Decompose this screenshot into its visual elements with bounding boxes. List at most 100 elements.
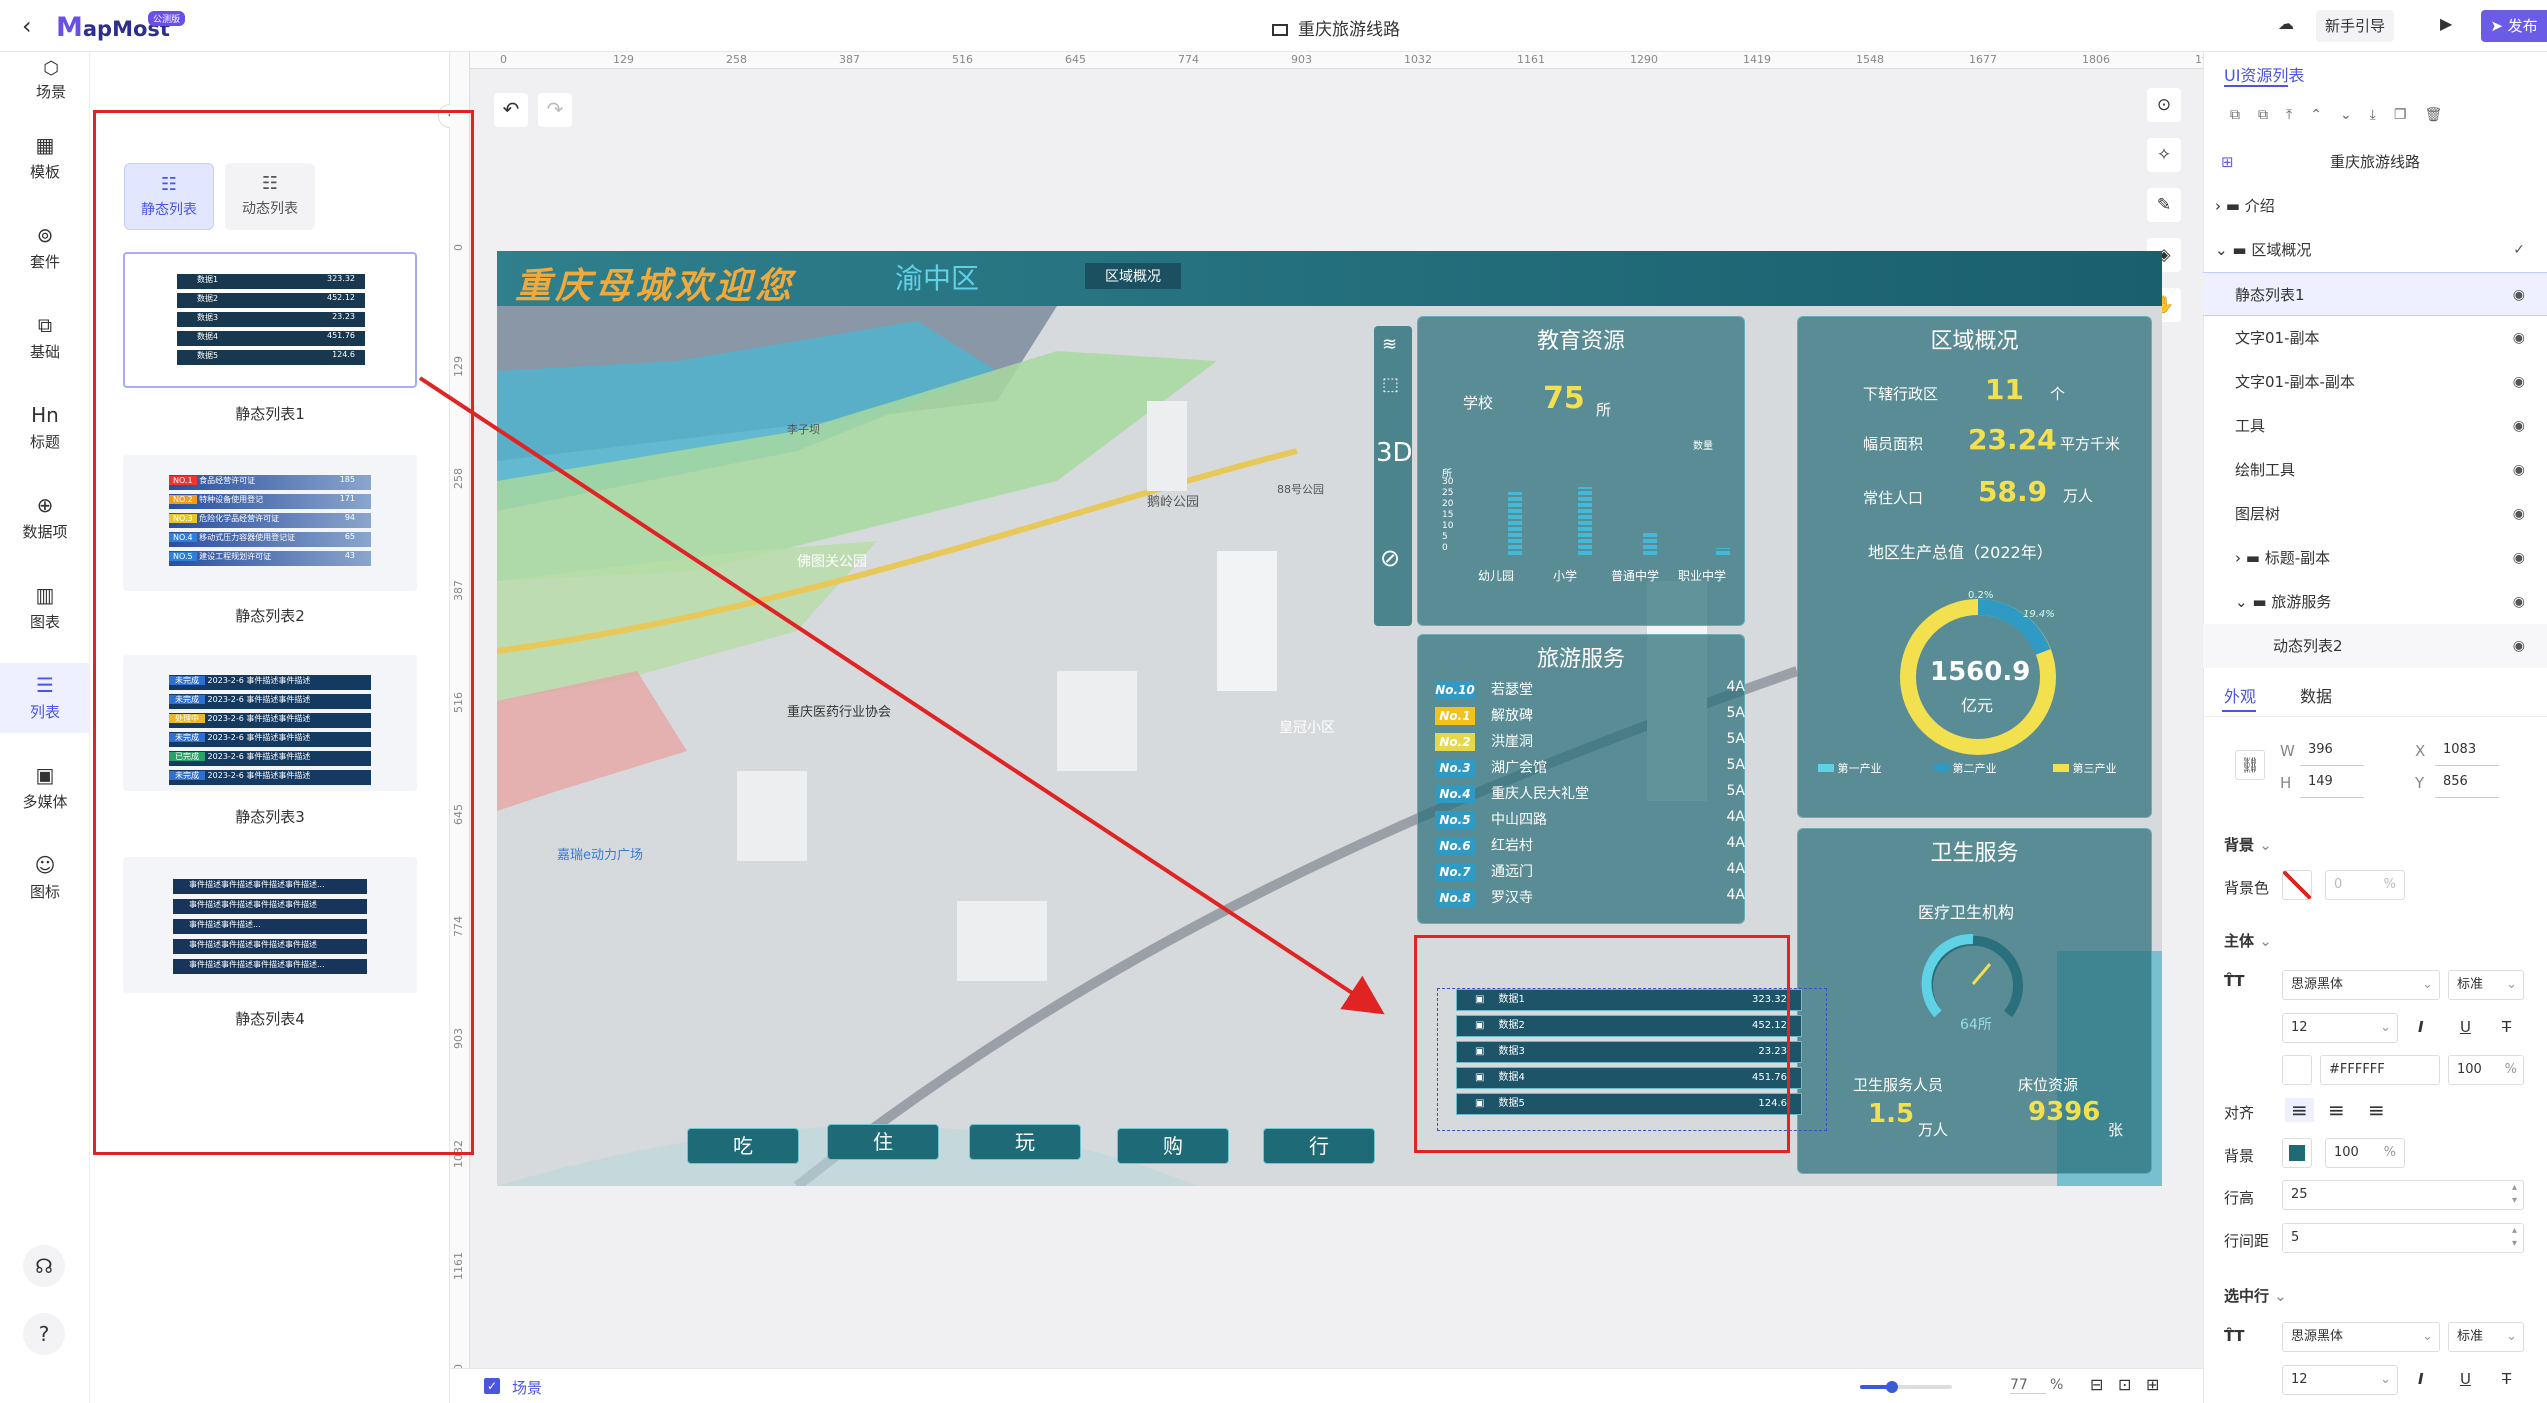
text-color-input[interactable]: #FFFFFF	[2320, 1055, 2440, 1085]
move-bottom-icon[interactable]: ⤓	[2370, 107, 2394, 123]
tab-data[interactable]: 数据	[2300, 683, 2332, 707]
copy-icon[interactable]: ⧉	[2230, 107, 2258, 123]
stay-button[interactable]: 住	[827, 1124, 939, 1160]
bg-opacity-input[interactable]: 0%	[2325, 870, 2405, 900]
zoom-slider-thumb[interactable]	[1886, 1381, 1898, 1393]
eye-icon[interactable]: ◉	[2513, 448, 2525, 492]
rail-heading[interactable]: Hn 标题	[0, 403, 90, 452]
underline-icon[interactable]: U	[2460, 1018, 2471, 1036]
selected-weight-select[interactable]: 标准 ⌄	[2448, 1322, 2524, 1352]
move-top-icon[interactable]: ⤒	[2286, 107, 2310, 123]
rail-icons[interactable]: ☺ 图标	[0, 853, 90, 902]
rail-kits[interactable]: ⊚ 套件	[0, 223, 90, 272]
tourism-row[interactable]: No.1 解放碑 5A	[1435, 705, 1755, 729]
rail-chart[interactable]: ▥ 图表	[0, 583, 90, 632]
font-weight-select[interactable]: 标准 ⌄	[2448, 970, 2524, 1000]
cloud-sync-icon[interactable]: ☁	[2278, 14, 2294, 33]
eye-icon[interactable]: ◉	[2513, 624, 2525, 668]
play-button[interactable]: 玩	[969, 1124, 1081, 1160]
tourism-row[interactable]: No.10 若瑟堂 4A	[1435, 679, 1755, 703]
eye-icon[interactable]: ◉	[2513, 580, 2525, 624]
align-center-icon[interactable]: ≡	[2328, 1098, 2345, 1122]
tourism-row[interactable]: No.3 湖广会馆 5A	[1435, 757, 1755, 781]
eye-icon[interactable]: ◉	[2513, 273, 2525, 317]
row-gap-input[interactable]: 5 ▴ ▾	[2282, 1223, 2524, 1253]
guide-button[interactable]: 新手引导	[2316, 10, 2394, 42]
rail-basic[interactable]: ⧉ 基础	[0, 313, 90, 362]
tourism-row[interactable]: No.8 罗汉寺 4A	[1435, 887, 1755, 911]
section-selected-row[interactable]: 选中行 ⌄	[2224, 1285, 2287, 1306]
tab-appearance[interactable]: 外观	[2224, 683, 2256, 707]
tree-item[interactable]: 文字01-副本-副本 ◉	[2203, 360, 2547, 404]
locate-icon[interactable]: ⊙	[2147, 88, 2181, 122]
layers-icon[interactable]: ≋	[1382, 334, 1397, 355]
overview-tab[interactable]: 区域概况	[1085, 263, 1181, 289]
undo-icon[interactable]: ↶	[494, 93, 528, 127]
zoom-value[interactable]: 77	[2010, 1377, 2046, 1394]
ruler-tool-icon[interactable]: ✎	[2147, 188, 2181, 222]
tourism-row[interactable]: No.7 通远门 4A	[1435, 861, 1755, 885]
move-up-icon[interactable]: ⌃	[2310, 107, 2340, 123]
text-color-swatch[interactable]	[2282, 1055, 2312, 1085]
line-height-input[interactable]: 25 ▴ ▾	[2282, 1180, 2524, 1210]
selected-size-select[interactable]: 12 ⌄	[2282, 1365, 2398, 1395]
eye-icon[interactable]: ◉	[2513, 492, 2525, 536]
eye-icon[interactable]: ◉	[2513, 360, 2525, 404]
eat-button[interactable]: 吃	[687, 1128, 799, 1164]
x-input[interactable]: 1083	[2435, 736, 2499, 766]
rail-templates[interactable]: ▦ 模板	[0, 133, 90, 182]
actual-size-icon[interactable]: ⊞	[2146, 1375, 2159, 1394]
font-family-select[interactable]: 思源黑体 ⌄	[2282, 970, 2440, 1000]
eye-icon[interactable]: ◉	[2513, 536, 2525, 580]
row-bg-swatch[interactable]	[2282, 1138, 2312, 1168]
scene-checkbox[interactable]: ✓	[484, 1378, 500, 1394]
draw-polygon-icon[interactable]: ⬚	[1382, 374, 1399, 395]
preview-icon[interactable]: ▶	[2440, 14, 2452, 33]
stepper-icon[interactable]: ▴ ▾	[2512, 1224, 2517, 1250]
tree-item-selected[interactable]: 静态列表1 ◉	[2203, 272, 2547, 316]
redo-icon[interactable]: ↷	[538, 93, 572, 127]
rail-data-item[interactable]: ⊕ 数据项	[0, 493, 90, 542]
italic-icon[interactable]: I	[2418, 1018, 2424, 1036]
support-icon[interactable]: ☊	[23, 1245, 65, 1287]
tree-item[interactable]: › ▬ 介绍	[2203, 184, 2547, 228]
tree-item[interactable]: ⌄ ▬ 区域概况 ✓	[2203, 228, 2547, 272]
strikethrough-icon[interactable]: T	[2502, 1018, 2511, 1036]
tourism-row[interactable]: No.6 红岩村 4A	[1435, 835, 1755, 859]
tab-scene[interactable]: ⬡ 场景	[21, 58, 81, 102]
3d-toggle[interactable]: 3D	[1376, 438, 1413, 468]
help-icon[interactable]: ?	[23, 1313, 65, 1355]
tourism-row[interactable]: No.4 重庆人民大礼堂 5A	[1435, 783, 1755, 807]
selected-font-select[interactable]: 思源黑体 ⌄	[2282, 1322, 2440, 1352]
tree-item[interactable]: 工具 ◉	[2203, 404, 2547, 448]
fit-width-icon[interactable]: ⊟	[2090, 1375, 2103, 1394]
font-size-select[interactable]: 12 ⌄	[2282, 1013, 2398, 1043]
text-opacity-input[interactable]: 100%	[2448, 1055, 2524, 1085]
eye-icon[interactable]: ◉	[2513, 404, 2525, 448]
zoom-slider[interactable]	[1860, 1381, 1952, 1393]
tree-item[interactable]: 文字01-副本 ◉	[2203, 316, 2547, 360]
row-bg-opacity-input[interactable]: 100%	[2325, 1138, 2405, 1168]
fit-screen-icon[interactable]: ⊡	[2118, 1375, 2131, 1394]
delete-icon[interactable]: 🗑	[2424, 107, 2460, 123]
back-arrow-icon[interactable]: ‹	[22, 12, 32, 40]
scene-preview[interactable]: 李子坝 88号公园 鹅岭公园 佛图关公园 重庆医药行业协会 嘉瑞e动力广场 皇冠…	[497, 251, 2162, 1186]
height-input[interactable]: 149	[2300, 768, 2364, 798]
publish-button[interactable]: ➤ 发布	[2481, 10, 2547, 42]
align-left-icon[interactable]: ≡	[2285, 1098, 2314, 1122]
rail-media[interactable]: ▣ 多媒体	[0, 763, 90, 812]
y-input[interactable]: 856	[2435, 768, 2499, 798]
section-body[interactable]: 主体 ⌄	[2224, 930, 2272, 951]
eye-icon[interactable]: ◉	[2513, 316, 2525, 360]
tourism-row[interactable]: No.2 洪崖洞 5A	[1435, 731, 1755, 755]
tree-item[interactable]: 图层树 ◉	[2203, 492, 2547, 536]
stepper-icon[interactable]: ▴ ▾	[2512, 1181, 2517, 1207]
tree-item[interactable]: › ▬ 标题-副本 ◉	[2203, 536, 2547, 580]
align-right-icon[interactable]: ≡	[2368, 1098, 2385, 1122]
travel-button[interactable]: 行	[1263, 1128, 1375, 1164]
tourism-row[interactable]: No.5 中山四路 4A	[1435, 809, 1755, 833]
link-icon[interactable]: ⛓	[2235, 750, 2265, 780]
tree-item[interactable]: 绘制工具 ◉	[2203, 448, 2547, 492]
duplicate-icon[interactable]: ❐	[2394, 107, 2425, 123]
paste-icon[interactable]: ⧉	[2258, 107, 2286, 123]
